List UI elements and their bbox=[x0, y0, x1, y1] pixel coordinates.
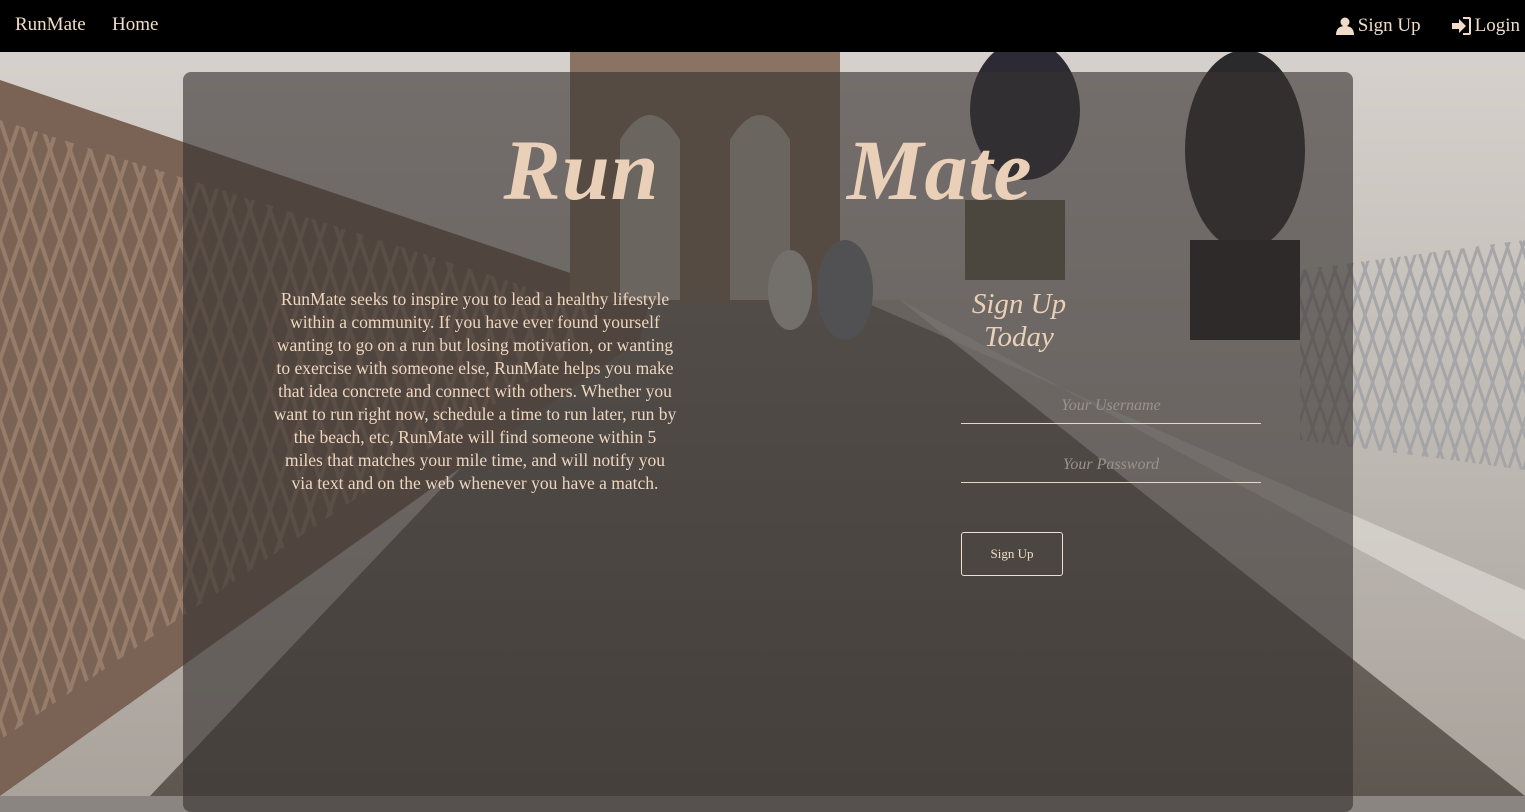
main-panel: Run Mate RunMate seeks to inspire you to… bbox=[183, 72, 1353, 812]
user-icon bbox=[1335, 17, 1354, 35]
password-input[interactable] bbox=[961, 448, 1261, 483]
nav-login-label: Login bbox=[1474, 15, 1520, 36]
username-input[interactable] bbox=[961, 389, 1261, 424]
hero-title: Run Mate bbox=[503, 122, 1033, 218]
nav-signup-label: Sign Up bbox=[1357, 15, 1421, 36]
signup-submit-button[interactable]: Sign Up bbox=[961, 532, 1063, 576]
about-description: RunMate seeks to inspire you to lead a h… bbox=[273, 289, 677, 493]
top-navbar: RunMate Home Sign Up Login bbox=[0, 0, 1525, 52]
brand-link[interactable]: RunMate bbox=[15, 14, 86, 36]
nav-signup-link[interactable]: Sign Up bbox=[1335, 15, 1421, 37]
nav-login-link[interactable]: Login bbox=[1451, 15, 1520, 37]
nav-home-link[interactable]: Home bbox=[112, 14, 158, 36]
signup-heading: Sign Up Today bbox=[971, 288, 1067, 353]
nav-right-group: Sign Up Login bbox=[1335, 15, 1520, 37]
login-icon bbox=[1451, 17, 1471, 35]
